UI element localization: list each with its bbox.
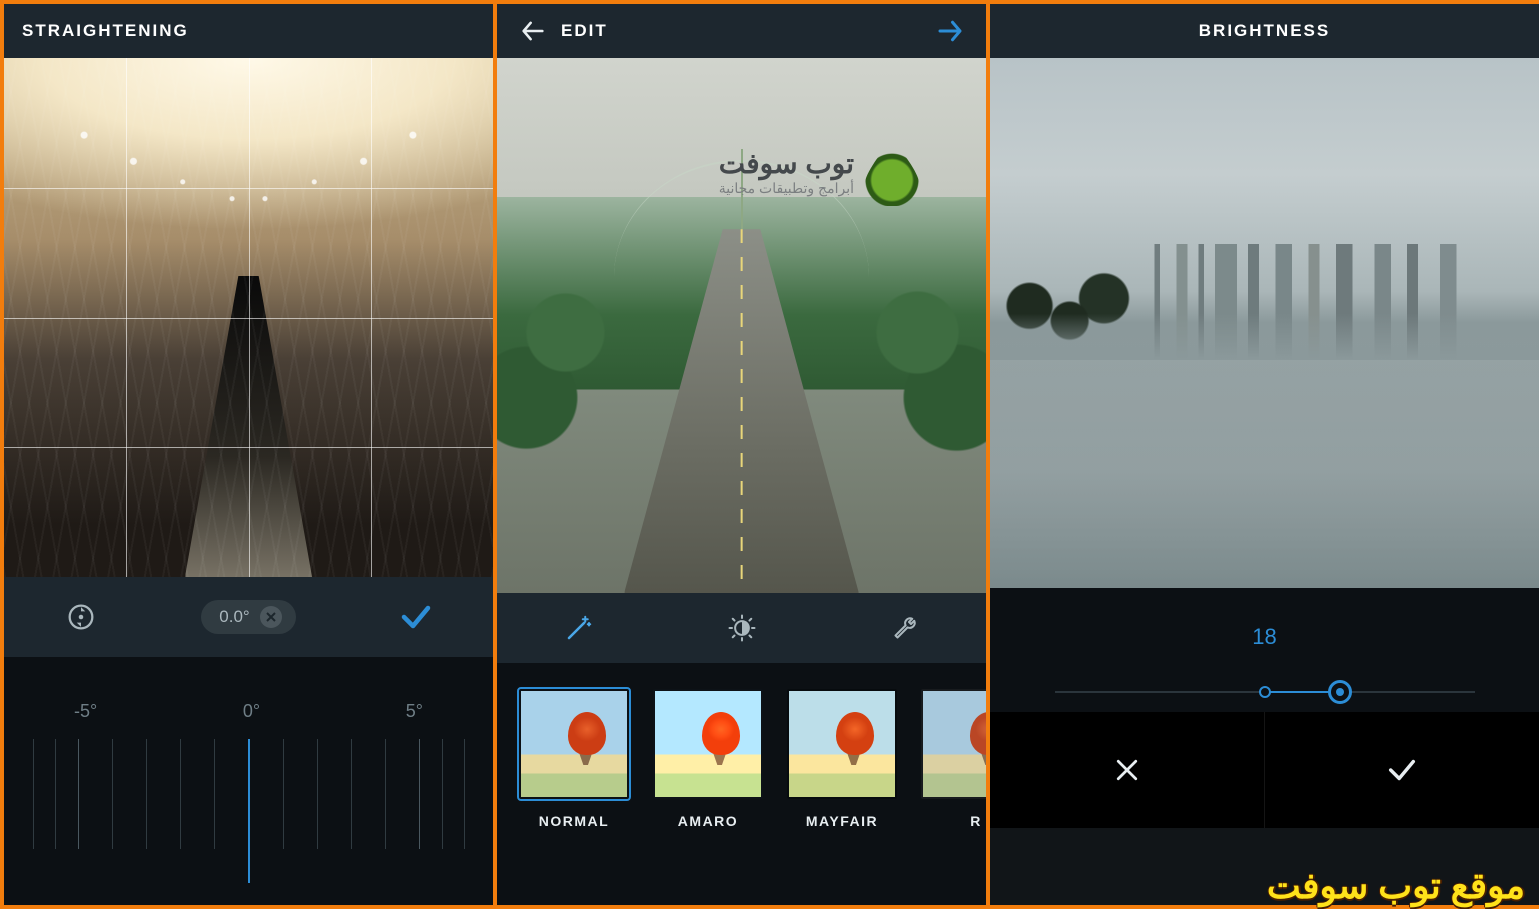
filter-amaro[interactable]: AMARO — [653, 689, 763, 905]
filter-label: NORMAL — [539, 813, 609, 829]
screen-brightness: BRIGHTNESS 18 — [990, 4, 1539, 905]
tool-tabs — [497, 593, 986, 663]
slider-knob[interactable] — [1328, 680, 1352, 704]
photo-preview[interactable] — [990, 58, 1539, 588]
rotate-icon[interactable] — [63, 599, 99, 635]
brightness-panel: 18 — [990, 588, 1539, 712]
screen-edit: EDIT توب سوفت أبرامج وتطبيقات مجانية — [497, 4, 986, 905]
filter-label: AMARO — [678, 813, 738, 829]
screen-title: EDIT — [561, 21, 932, 41]
filter-thumb — [519, 689, 629, 799]
ruler-label-left: -5° — [74, 701, 97, 722]
angle-chip[interactable]: 0.0° — [201, 600, 295, 634]
straighten-controls: 0.0° — [4, 577, 493, 657]
next-arrow-icon[interactable] — [932, 13, 968, 49]
photo-preview[interactable] — [4, 58, 493, 577]
photo-preview[interactable]: توب سوفت أبرامج وتطبيقات مجانية — [497, 58, 986, 593]
screen-title: BRIGHTNESS — [1199, 21, 1330, 41]
brightness-slider[interactable] — [1055, 672, 1475, 712]
ruler-label-right: 5° — [406, 701, 423, 722]
angle-value: 0.0° — [219, 607, 249, 627]
ruler-indicator[interactable] — [248, 739, 250, 883]
filter-normal[interactable]: NORMAL — [519, 689, 629, 905]
filter-partial[interactable]: R — [921, 689, 986, 905]
watermark-subtitle: أبرامج وتطبيقات مجانية — [719, 180, 854, 197]
drop-icon — [864, 138, 920, 206]
back-arrow-icon[interactable] — [515, 13, 551, 49]
ruler-label-center: 0° — [243, 701, 260, 722]
watermark-title: توب سوفت — [719, 147, 854, 180]
close-icon — [1112, 755, 1142, 785]
brightness-contrast-icon[interactable] — [660, 593, 823, 663]
filter-thumb — [921, 689, 986, 799]
angle-ruler[interactable]: -5° 0° 5° — [4, 657, 493, 905]
check-icon — [1385, 753, 1419, 787]
watermark-logo: توب سوفت أبرامج وتطبيقات مجانية — [719, 138, 920, 206]
filter-label: MAYFAIR — [806, 813, 878, 829]
footer-watermark: موقع توب سوفت — [1267, 865, 1525, 907]
accept-button[interactable] — [1264, 712, 1539, 828]
straighten-grid — [4, 58, 493, 577]
clear-angle-icon[interactable] — [260, 606, 282, 628]
action-bar — [990, 712, 1539, 828]
cancel-button[interactable] — [990, 712, 1264, 828]
topbar: BRIGHTNESS — [990, 4, 1539, 58]
brightness-value: 18 — [1252, 624, 1276, 650]
filter-thumb — [787, 689, 897, 799]
slider-origin-icon — [1259, 686, 1271, 698]
ruler-ticks — [24, 739, 473, 883]
screen-title: STRAIGHTENING — [22, 21, 475, 41]
filter-label: R — [970, 813, 982, 829]
wrench-icon[interactable] — [823, 593, 986, 663]
app-triptych: STRAIGHTENING 0.0° — [0, 0, 1539, 909]
screen-straightening: STRAIGHTENING 0.0° — [4, 4, 493, 905]
filter-mayfair[interactable]: MAYFAIR — [787, 689, 897, 905]
topbar: STRAIGHTENING — [4, 4, 493, 58]
filter-strip[interactable]: NORMAL AMARO MAYFAIR R — [497, 663, 986, 905]
accept-check-icon[interactable] — [398, 599, 434, 635]
topbar: EDIT — [497, 4, 986, 58]
magic-wand-icon[interactable] — [497, 593, 660, 663]
filter-thumb — [653, 689, 763, 799]
